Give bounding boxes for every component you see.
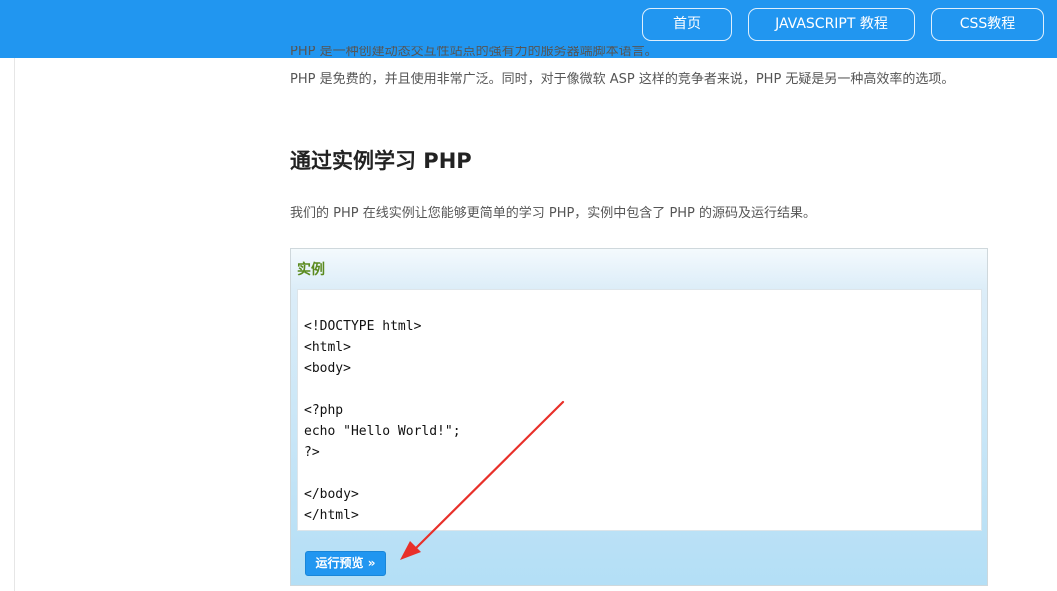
code-line: echo "Hello World!"; bbox=[304, 424, 461, 439]
code-line: <?php bbox=[304, 403, 344, 418]
section-title: 通过实例学习 PHP bbox=[290, 149, 472, 173]
intro-cut-line: PHP 是一种创建动态交互性站点的强有力的服务器端脚本语言。 bbox=[290, 46, 658, 58]
left-divider bbox=[14, 58, 15, 591]
example-box: 实例 <!DOCTYPE html> <html> <body> <?php e… bbox=[290, 248, 988, 586]
run-preview-button[interactable]: 运行预览 » bbox=[305, 551, 386, 576]
code-line: </html> bbox=[304, 508, 359, 523]
code-line: ?> bbox=[304, 445, 320, 460]
intro-paragraph: PHP 是免费的，并且使用非常广泛。同时，对于像微软 ASP 这样的竞争者来说，… bbox=[290, 72, 955, 87]
nav-home-button[interactable]: 首页 bbox=[642, 8, 732, 41]
nav-javascript-tutorial-button[interactable]: JAVASCRIPT 教程 bbox=[748, 8, 915, 41]
code-line: <!DOCTYPE html> bbox=[304, 319, 422, 334]
code-line: <html> bbox=[304, 340, 351, 355]
section-description: 我们的 PHP 在线实例让您能够更简单的学习 PHP，实例中包含了 PHP 的源… bbox=[290, 206, 817, 221]
code-line: </body> bbox=[304, 487, 359, 502]
example-label: 实例 bbox=[297, 262, 325, 278]
code-block: <!DOCTYPE html> <html> <body> <?php echo… bbox=[297, 289, 982, 531]
nav-css-tutorial-button[interactable]: CSS教程 bbox=[931, 8, 1044, 41]
code-line: <body> bbox=[304, 361, 351, 376]
